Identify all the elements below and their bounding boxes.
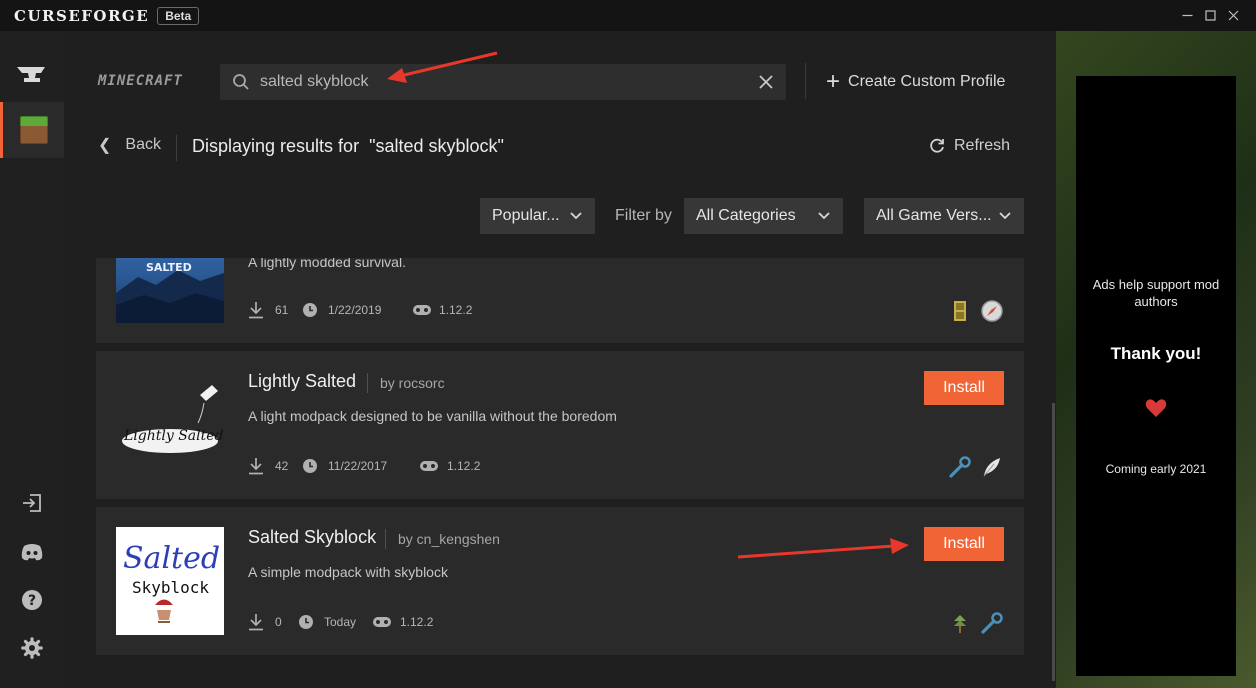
beta-badge: Beta [157, 6, 200, 25]
results-scrollbar[interactable] [1052, 403, 1055, 681]
gamepad-icon [413, 305, 431, 315]
sort-value: Popular... [492, 207, 560, 224]
gamepad-icon [420, 461, 438, 471]
download-count: 61 [275, 303, 289, 317]
clock-icon [303, 303, 317, 317]
sapling-icon [948, 611, 972, 635]
modpack-card[interactable]: Lightly Salted Lightly Salted by rocsorc… [96, 351, 1024, 499]
modpack-author[interactable]: by rocsorc [367, 373, 445, 393]
modpack-description: A light modpack designed to be vanilla w… [248, 408, 617, 424]
download-icon [249, 614, 263, 631]
chevron-down-icon [570, 212, 582, 220]
modpack-thumbnail: Lightly Salted [116, 371, 224, 479]
modpack-thumbnail: Salted Skyblock [116, 527, 224, 635]
install-button[interactable]: Install [924, 371, 1004, 405]
feather-icon [980, 455, 1004, 479]
back-button[interactable]: ❮ Back [98, 135, 161, 155]
modpack-stats: 42 11/22/2017 1.12.2 [248, 455, 480, 477]
updated-date: 11/22/2017 [328, 459, 388, 473]
minecraft-logo: MINECRAFT [98, 73, 183, 89]
thumbnail-text: Lightly Salted [124, 428, 224, 444]
category-dropdown[interactable]: All Categories [684, 198, 843, 234]
results-list: SALTED A lightly modded survival. 61 1/2… [96, 258, 1024, 688]
modpack-author[interactable]: by cn_kengshen [385, 529, 500, 549]
plus-icon: + [826, 68, 841, 95]
anvil-icon [17, 67, 45, 82]
results-prefix: Displaying results for [192, 136, 360, 156]
search-input[interactable] [260, 64, 740, 100]
modpack-stats: 0 Today 1.12.2 [248, 611, 433, 633]
modpack-card[interactable]: Salted Skyblock Salted Skyblock by cn_ke… [96, 507, 1024, 655]
game-version-value: All Game Vers... [876, 207, 992, 224]
close-icon[interactable] [1210, 0, 1256, 31]
category-value: All Categories [696, 207, 796, 224]
game-version: 1.12.2 [439, 303, 473, 317]
search-icon [233, 74, 249, 90]
wrench-icon [980, 611, 1004, 635]
login-button[interactable] [0, 475, 64, 531]
heart-icon [1145, 399, 1167, 417]
door-icon [948, 299, 972, 323]
curseforge-app: CURSEFORGE Beta ? MINECRAFT salted skybl… [0, 0, 1256, 688]
main-content: MINECRAFT + Create Custom Profile ❮ Back… [64, 31, 1056, 688]
title-bar: CURSEFORGE Beta [0, 0, 1256, 31]
gamepad-icon [373, 617, 391, 627]
results-query: "salted skyblock" [369, 136, 504, 156]
refresh-label: Refresh [954, 137, 1011, 154]
download-icon [249, 458, 263, 475]
settings-gear-icon [21, 637, 43, 659]
clear-icon[interactable] [759, 75, 773, 89]
discord-icon [21, 544, 43, 561]
refresh-button[interactable]: Refresh [928, 137, 1010, 155]
settings-button[interactable] [0, 620, 64, 676]
ad-message: Ads help support mod authors [1092, 277, 1220, 309]
app-brand: CURSEFORGE [14, 6, 150, 25]
modpack-title[interactable]: Lightly Salted [248, 371, 356, 392]
search-bar [220, 64, 786, 100]
modpack-stats: 61 1/22/2019 1.12.2 [248, 299, 472, 321]
modpack-card[interactable]: SALTED A lightly modded survival. 61 1/2… [96, 258, 1024, 343]
chevron-down-icon [999, 212, 1011, 220]
compass-icon [980, 299, 1004, 323]
updated-date: 1/22/2019 [328, 303, 382, 317]
minecraft-grass-block-icon [19, 116, 48, 144]
modpack-description: A simple modpack with skyblock [248, 564, 448, 580]
ad-thanks: Thank you! [1110, 344, 1202, 363]
modpack-thumbnail: SALTED [116, 258, 224, 323]
clock-icon [299, 615, 313, 629]
wrench-icon [948, 455, 972, 479]
back-label: Back [125, 136, 161, 153]
svg-text:?: ? [28, 593, 36, 609]
modpack-title[interactable]: Salted Skyblock [248, 527, 376, 548]
ad-panel: Ads help support mod authors Thank you! … [1076, 76, 1236, 676]
back-divider [176, 135, 177, 161]
ad-coming-soon: Coming early 2021 [1105, 462, 1207, 476]
left-sidebar: ? [0, 31, 64, 688]
thumbnail-text: SALTED [146, 261, 192, 274]
create-custom-profile-label: Create Custom Profile [848, 73, 1006, 90]
download-count: 42 [275, 459, 289, 473]
results-heading: Displaying results for "salted skyblock" [192, 136, 504, 157]
chevron-left-icon: ❮ [98, 137, 112, 154]
minecraft-game-button[interactable] [0, 102, 64, 158]
sign-in-icon [23, 494, 41, 512]
game-version-dropdown[interactable]: All Game Vers... [864, 198, 1024, 234]
game-version: 1.12.2 [447, 459, 481, 473]
header-divider [805, 63, 806, 99]
help-icon: ? [22, 590, 42, 610]
modpack-description: A lightly modded survival. [248, 258, 406, 270]
game-version: 1.12.2 [400, 615, 434, 629]
create-custom-profile-button[interactable]: + Create Custom Profile [826, 69, 1005, 95]
filter-by-label: Filter by [615, 207, 672, 224]
sort-dropdown[interactable]: Popular... [480, 198, 595, 234]
home-button[interactable] [0, 47, 64, 103]
install-button[interactable]: Install [924, 527, 1004, 561]
clock-icon [303, 459, 317, 473]
refresh-icon [930, 138, 944, 153]
chevron-down-icon [818, 212, 830, 220]
download-count: 0 [275, 615, 282, 629]
updated-date: Today [324, 615, 357, 629]
download-icon [249, 302, 263, 319]
